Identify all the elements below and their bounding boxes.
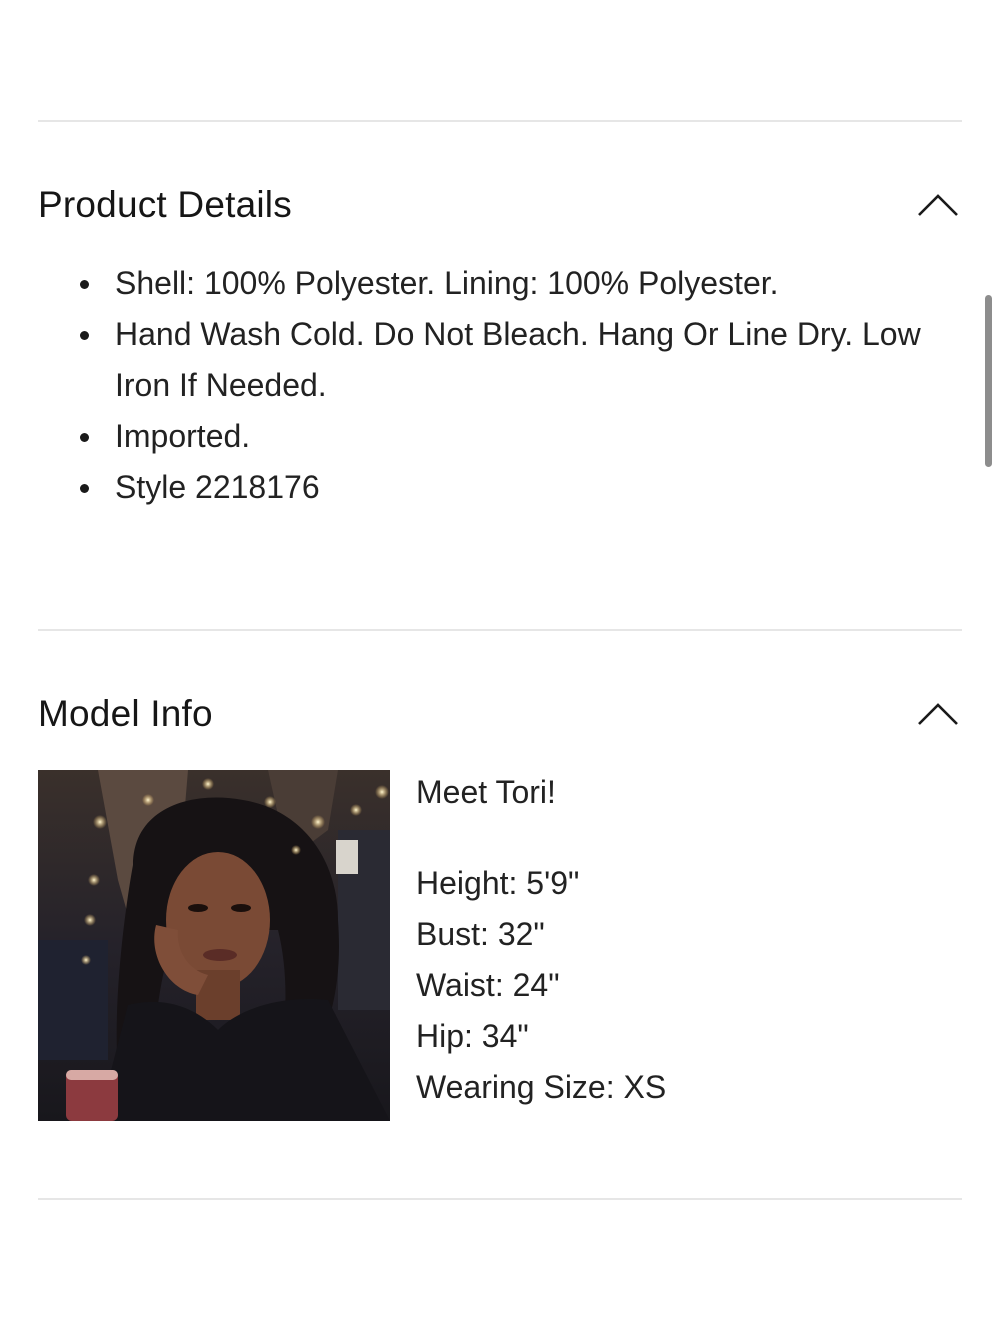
model-info-text: Meet Tori! Height: 5'9" Bust: 32" Waist:… xyxy=(416,768,956,1113)
model-stat-hip: Hip: 34" xyxy=(416,1018,529,1054)
product-details-title: Product Details xyxy=(38,184,292,225)
list-item-text: Style 2218176 xyxy=(115,469,320,505)
model-stat-waist: Waist: 24" xyxy=(416,967,560,1003)
model-info-title: Model Info xyxy=(38,693,213,734)
list-item: Style 2218176 xyxy=(78,462,948,513)
list-item-text: Hand Wash Cold. Do Not Bleach. Hang Or L… xyxy=(115,316,921,403)
model-info-header[interactable]: Model Info xyxy=(38,689,962,739)
scrollbar-thumb[interactable] xyxy=(985,295,992,467)
bullet-icon xyxy=(80,280,89,289)
divider-top xyxy=(38,120,962,122)
model-stat-bust: Bust: 32" xyxy=(416,916,545,952)
model-stat-height: Height: 5'9" xyxy=(416,865,580,901)
list-item: Imported. xyxy=(78,411,948,462)
list-item: Shell: 100% Polyester. Lining: 100% Poly… xyxy=(78,258,948,309)
chevron-up-icon[interactable] xyxy=(916,699,960,729)
list-item: Hand Wash Cold. Do Not Bleach. Hang Or L… xyxy=(78,309,948,411)
list-item-text: Shell: 100% Polyester. Lining: 100% Poly… xyxy=(115,265,779,301)
bullet-icon xyxy=(80,433,89,442)
divider-middle xyxy=(38,629,962,631)
model-stat-size: Wearing Size: XS xyxy=(416,1069,667,1105)
product-details-header[interactable]: Product Details xyxy=(38,180,962,230)
divider-bottom xyxy=(38,1198,962,1200)
bullet-icon xyxy=(80,331,89,340)
model-intro: Meet Tori! xyxy=(416,774,556,810)
product-details-list: Shell: 100% Polyester. Lining: 100% Poly… xyxy=(78,258,948,513)
chevron-up-icon[interactable] xyxy=(916,190,960,220)
bullet-icon xyxy=(80,484,89,493)
list-item-text: Imported. xyxy=(115,418,251,454)
model-photo xyxy=(38,770,390,1121)
